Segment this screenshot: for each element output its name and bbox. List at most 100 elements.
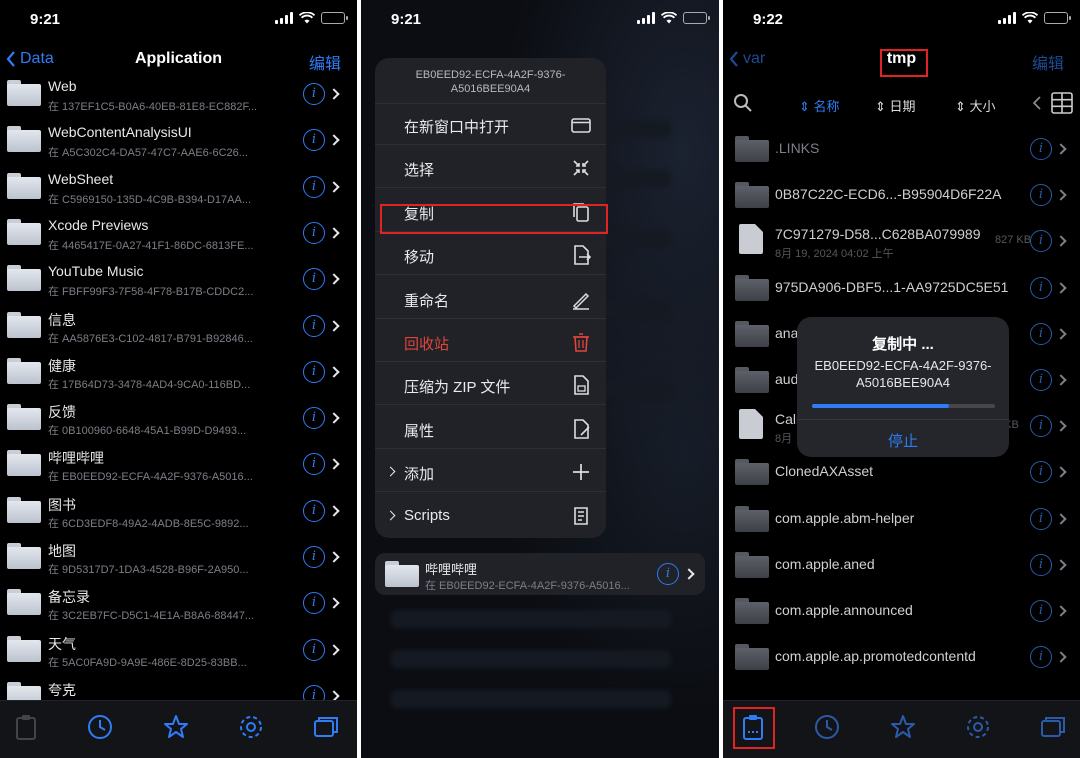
info-icon[interactable]: i (1030, 600, 1052, 622)
menu-item-select[interactable]: 选择 (375, 147, 606, 189)
info-icon[interactable]: i (303, 546, 325, 568)
info-icon[interactable]: i (1030, 369, 1052, 391)
info-icon[interactable]: i (303, 638, 325, 661)
stop-button[interactable]: 停止 (797, 419, 1009, 457)
star-icon[interactable] (889, 713, 917, 741)
search-icon[interactable] (733, 93, 753, 113)
selected-item-preview[interactable]: 哔哩哔哩 在 EB0EED92-ECFA-4A2F-9376-A5016... … (375, 553, 705, 595)
info-icon[interactable]: i (303, 592, 325, 615)
menu-item-properties[interactable]: 属性 (375, 408, 606, 449)
info-icon[interactable]: i (303, 499, 325, 522)
chevron-right-icon[interactable] (328, 551, 340, 563)
edit-button[interactable]: 编辑 (1032, 50, 1064, 74)
info-icon[interactable]: i (1030, 646, 1052, 669)
menu-item-move[interactable]: 移动 (375, 234, 606, 276)
chevron-right-icon[interactable] (1055, 466, 1067, 479)
chevron-right-icon[interactable] (1055, 281, 1067, 294)
menu-item-zip[interactable]: 压缩为 ZIP 文件 (375, 364, 606, 406)
menu-item-plus[interactable]: 添加 (375, 451, 606, 493)
menu-item-trash[interactable]: 回收站 (375, 321, 606, 362)
sort-name[interactable]: ⇕ 名称 (799, 96, 840, 115)
gear-icon[interactable] (237, 713, 265, 741)
chevron-right-icon[interactable] (1055, 374, 1067, 386)
info-icon[interactable]: i (1030, 461, 1052, 484)
info-icon[interactable]: i (1030, 415, 1052, 438)
chevron-right-icon[interactable] (328, 458, 340, 471)
info-icon[interactable]: i (303, 83, 325, 105)
info-icon[interactable]: i (657, 563, 679, 585)
sort-date[interactable]: ⇕ 日期 (875, 96, 916, 115)
list-item[interactable]: WebSheet 在 C5969150-135D-4C9B-B394-D17AA.… (0, 165, 357, 211)
chevron-right-icon[interactable] (683, 568, 695, 580)
windows-icon[interactable] (312, 713, 340, 741)
list-item[interactable]: com.apple.abm-helper i (723, 494, 1080, 540)
star-icon[interactable] (162, 713, 190, 741)
chevron-right-icon[interactable] (1055, 328, 1067, 340)
grid-view-icon[interactable] (1051, 92, 1073, 114)
list-item[interactable]: 0B87C22C-ECD6...-B95904D6F22A i (723, 170, 1080, 216)
list-item[interactable]: com.apple.ap.promotedcontentd i (723, 632, 1080, 678)
chevron-right-icon[interactable] (328, 319, 340, 332)
info-icon[interactable]: i (303, 268, 325, 291)
clock-icon[interactable] (813, 713, 841, 741)
list-item[interactable]: 信息在 AA5876E3-C102-4817-B791-B92846... i (0, 304, 357, 350)
menu-item-scripts[interactable]: Scripts (375, 495, 606, 536)
list-item[interactable]: 7C971279-D58...C628BA079989 8月 19, 2024 0… (723, 216, 1080, 262)
list-item[interactable]: com.apple.announced i (723, 586, 1080, 632)
chevron-right-icon[interactable] (1055, 235, 1067, 248)
list-item[interactable]: com.apple.aned i (723, 540, 1080, 586)
list-item[interactable]: 健康在 17B64D73-3478-4AD4-9CA0-116BD... i (0, 350, 357, 396)
chevron-right-icon[interactable] (1055, 559, 1067, 571)
list-item[interactable]: YouTube Music 在 FBFF99F3-7F58-4F78-B17B-C… (0, 257, 357, 303)
info-icon[interactable]: i (303, 175, 325, 198)
info-icon[interactable]: i (1030, 322, 1052, 345)
info-icon[interactable]: i (1030, 230, 1052, 253)
list-item[interactable]: 975DA906-DBF5...1-AA9725DC5E51 i (723, 263, 1080, 309)
list-item[interactable]: .LINKS i (723, 124, 1080, 170)
chevron-right-icon[interactable] (328, 505, 340, 517)
chevron-right-icon[interactable] (328, 180, 340, 193)
chevron-right-icon[interactable] (328, 643, 340, 656)
clock-icon[interactable] (86, 713, 114, 741)
chevron-right-icon[interactable] (1055, 143, 1067, 155)
chevron-right-icon[interactable] (328, 273, 340, 285)
clipboard-icon[interactable] (12, 713, 40, 741)
info-icon[interactable]: i (303, 360, 325, 383)
chevron-right-icon[interactable] (1055, 512, 1067, 525)
info-icon[interactable]: i (1030, 276, 1052, 299)
edit-button[interactable]: 编辑 (309, 50, 341, 74)
menu-item-rename[interactable]: 重命名 (375, 278, 606, 319)
windows-icon[interactable] (1039, 713, 1067, 741)
chevron-right-icon[interactable] (1055, 651, 1067, 663)
chevron-right-icon[interactable] (328, 366, 340, 378)
sort-size[interactable]: ⇕ 大小 (955, 96, 996, 115)
list-item[interactable]: Xcode Previews 在 4465417E-0A27-41F1-86DC-… (0, 211, 357, 257)
chevron-right-icon[interactable] (328, 88, 340, 100)
chevron-right-icon[interactable] (328, 597, 340, 609)
chevron-right-icon[interactable] (1055, 605, 1067, 617)
info-icon[interactable]: i (303, 314, 325, 337)
menu-item-window[interactable]: 在新窗口中打开 (375, 104, 606, 145)
info-icon[interactable]: i (1030, 184, 1052, 207)
info-icon[interactable]: i (1030, 553, 1052, 576)
chevron-right-icon[interactable] (328, 227, 340, 239)
info-icon[interactable]: i (303, 129, 325, 152)
list-item[interactable]: 夸克 i (0, 674, 357, 700)
chevron-right-icon[interactable] (328, 134, 340, 146)
chevron-right-icon[interactable] (1055, 189, 1067, 201)
chevron-right-icon[interactable] (328, 412, 340, 424)
info-icon[interactable]: i (1030, 507, 1052, 530)
info-icon[interactable]: i (303, 453, 325, 476)
list-item[interactable]: 备忘录在 3C2EB7FC-D5C1-4E1A-B8A6-88447... i (0, 581, 357, 627)
chevron-left-icon[interactable] (1033, 96, 1041, 110)
info-icon[interactable]: i (1030, 138, 1052, 160)
list-item[interactable]: 反馈在 0B100960-6648-45A1-B99D-D9493... i (0, 396, 357, 442)
list-item[interactable]: 图书在 6CD3EDF8-49A2-4ADB-8E5C-9892... i (0, 489, 357, 535)
list-item[interactable]: Web 在 137EF1C5-B0A6-40EB-81E8-EC882F... i (0, 72, 357, 118)
list-item[interactable]: 天气在 5AC0FA9D-9A9E-486E-8D25-83BB... i (0, 628, 357, 674)
list-item[interactable]: 哔哩哔哩在 EB0EED92-ECFA-4A2F-9376-A5016... i (0, 442, 357, 488)
chevron-right-icon[interactable] (328, 690, 340, 700)
info-icon[interactable]: i (303, 407, 325, 430)
info-icon[interactable]: i (303, 221, 325, 244)
info-icon[interactable]: i (303, 684, 325, 700)
